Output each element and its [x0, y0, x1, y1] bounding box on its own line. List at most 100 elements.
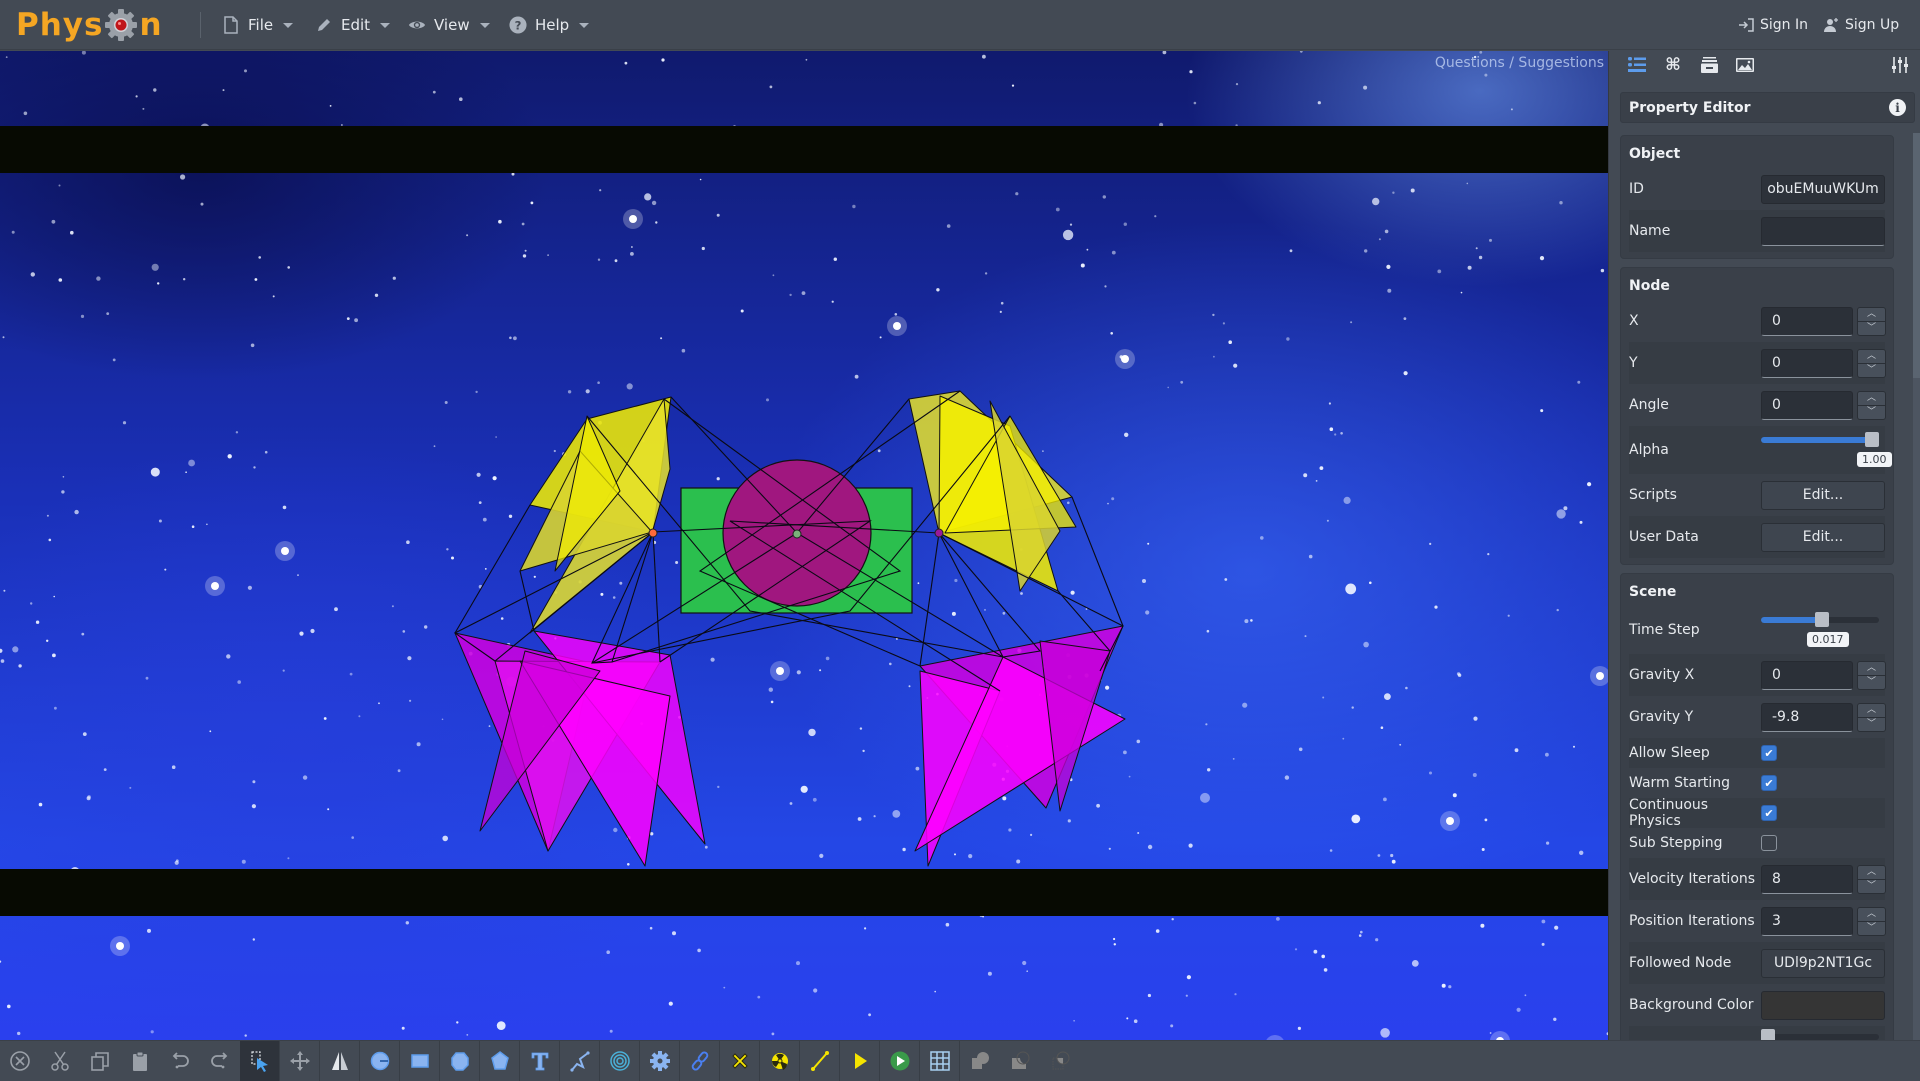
velocity-iterations-stepper[interactable]: ︿ ﹀	[1857, 864, 1886, 894]
scene-objects[interactable]	[0, 51, 1608, 1040]
continuous-physics-checkbox[interactable]: ✔	[1761, 805, 1777, 821]
spin-down-icon[interactable]: ﹀	[1858, 880, 1885, 893]
left-wing-upper[interactable]	[519, 396, 672, 634]
tool-redo[interactable]	[200, 1041, 240, 1081]
tool-play[interactable]	[880, 1041, 920, 1081]
angle-stepper[interactable]: ︿ ﹀	[1857, 390, 1886, 420]
tool-rectangle-tool[interactable]	[400, 1041, 440, 1081]
tab-archive[interactable]	[1691, 52, 1727, 78]
warm-starting-checkbox[interactable]: ✔	[1761, 775, 1777, 791]
sign-in-link[interactable]: Sign In	[1738, 12, 1808, 38]
tool-move-tool[interactable]	[280, 1041, 320, 1081]
background-color-picker[interactable]	[1761, 990, 1885, 1020]
time-step-slider[interactable]: 0.017	[1761, 612, 1879, 647]
spin-down-icon[interactable]: ﹀	[1858, 676, 1885, 689]
gravity-x-input[interactable]: 0	[1761, 660, 1853, 690]
tool-cut[interactable]	[40, 1041, 80, 1081]
spin-down-icon[interactable]: ﹀	[1858, 364, 1885, 377]
pivot-left[interactable]	[648, 528, 658, 538]
tool-chain-tool[interactable]	[680, 1041, 720, 1081]
tool-distance-joint[interactable]	[800, 1041, 840, 1081]
tool-union[interactable]	[960, 1041, 1000, 1081]
tool-subtract[interactable]	[1000, 1041, 1040, 1081]
y-input[interactable]: 0	[1761, 348, 1853, 378]
spin-up-icon[interactable]: ︿	[1858, 704, 1885, 718]
menu-view[interactable]: View	[408, 10, 490, 40]
spin-up-icon[interactable]: ︿	[1858, 908, 1885, 922]
tool-intersect[interactable]	[1040, 1041, 1080, 1081]
scripts-label: Scripts	[1629, 487, 1677, 503]
app-logo[interactable]: Phys n	[16, 4, 163, 46]
menu-edit[interactable]: Edit	[315, 10, 391, 40]
tool-prismatic-joint[interactable]	[840, 1041, 880, 1081]
gravity-y-stepper[interactable]: ︿ ﹀	[1857, 702, 1886, 732]
spin-up-icon[interactable]: ︿	[1858, 866, 1885, 880]
union-icon	[971, 1052, 989, 1069]
left-leg-lower[interactable]	[454, 630, 706, 867]
sliders-icon	[1892, 57, 1908, 73]
menu-file[interactable]: File	[222, 10, 294, 40]
spin-up-icon[interactable]: ︿	[1858, 350, 1885, 364]
tool-delete[interactable]	[0, 1041, 40, 1081]
alpha-slider[interactable]: 1.00	[1761, 432, 1892, 467]
sign-up-label: Sign Up	[1845, 17, 1900, 33]
tool-path-tool[interactable]	[560, 1041, 600, 1081]
alpha-slider-thumb[interactable]	[1865, 432, 1879, 447]
position-iterations-stepper[interactable]: ︿ ﹀	[1857, 906, 1886, 936]
x-input[interactable]: 0	[1761, 306, 1853, 336]
tool-mirror-tool[interactable]	[320, 1041, 360, 1081]
pivot-center[interactable]	[792, 529, 802, 539]
text-tool-icon	[531, 1052, 548, 1071]
questions-suggestions-link[interactable]: Questions / Suggestions	[1435, 55, 1604, 71]
scene-canvas[interactable]: Questions / Suggestions	[0, 51, 1608, 1040]
spin-down-icon[interactable]: ﹀	[1858, 406, 1885, 419]
y-stepper[interactable]: ︿ ﹀	[1857, 348, 1886, 378]
sign-up-link[interactable]: Sign Up	[1823, 12, 1899, 38]
gravity-y-input[interactable]: -9.8	[1761, 702, 1853, 732]
tab-properties[interactable]	[1619, 52, 1655, 78]
gravity-x-stepper[interactable]: ︿ ﹀	[1857, 660, 1886, 690]
tool-spiral-tool[interactable]	[600, 1041, 640, 1081]
time-step-slider-thumb[interactable]	[1815, 612, 1829, 627]
spin-up-icon[interactable]: ︿	[1858, 392, 1885, 406]
tool-revolute-joint[interactable]	[760, 1041, 800, 1081]
id-field[interactable]: obuEMuuWKUm	[1761, 174, 1885, 204]
pivot-right[interactable]	[934, 528, 944, 538]
tool-weld-joint[interactable]	[720, 1041, 760, 1081]
move-tool-icon	[289, 1051, 310, 1071]
velocity-iterations-input[interactable]: 8	[1761, 864, 1853, 894]
spin-up-icon[interactable]: ︿	[1858, 308, 1885, 322]
x-stepper[interactable]: ︿ ﹀	[1857, 306, 1886, 336]
tool-circle-tool[interactable]	[360, 1041, 400, 1081]
name-field[interactable]	[1761, 216, 1885, 246]
spin-down-icon[interactable]: ﹀	[1858, 922, 1885, 935]
edit-user-data-button[interactable]: Edit...	[1761, 522, 1885, 552]
panel-scrollbar-thumb[interactable]	[1913, 133, 1920, 378]
right-leg-lower[interactable]	[914, 625, 1126, 867]
spin-down-icon[interactable]: ﹀	[1858, 322, 1885, 335]
edit-scripts-button[interactable]: Edit...	[1761, 480, 1885, 510]
tool-paste[interactable]	[120, 1041, 160, 1081]
position-iterations-input[interactable]: 3	[1761, 906, 1853, 936]
tab-commands[interactable]: ⌘	[1655, 52, 1691, 78]
right-wing-upper[interactable]	[908, 390, 1077, 592]
tool-text-tool[interactable]	[520, 1041, 560, 1081]
menu-help[interactable]: ? Help	[509, 10, 590, 40]
group-object: Object ID obuEMuuWKUm Name	[1620, 135, 1894, 259]
allow-sleep-checkbox[interactable]: ✔	[1761, 745, 1777, 761]
tool-undo[interactable]	[160, 1041, 200, 1081]
followed-node-select[interactable]: UDl9p2NT1Gc	[1761, 948, 1885, 978]
angle-input[interactable]: 0	[1761, 390, 1853, 420]
tool-grid[interactable]	[920, 1041, 960, 1081]
tool-gear-tool[interactable]	[640, 1041, 680, 1081]
panel-settings[interactable]	[1882, 52, 1918, 78]
spin-up-icon[interactable]: ︿	[1858, 662, 1885, 676]
sub-stepping-checkbox[interactable]	[1761, 835, 1777, 851]
tool-select-tool[interactable]	[240, 1041, 280, 1081]
tab-image[interactable]	[1727, 52, 1763, 78]
spin-down-icon[interactable]: ﹀	[1858, 718, 1885, 731]
tool-polygon-tool[interactable]	[480, 1041, 520, 1081]
tool-copy[interactable]	[80, 1041, 120, 1081]
tool-blob-tool[interactable]	[440, 1041, 480, 1081]
info-icon[interactable]: i	[1889, 99, 1906, 116]
